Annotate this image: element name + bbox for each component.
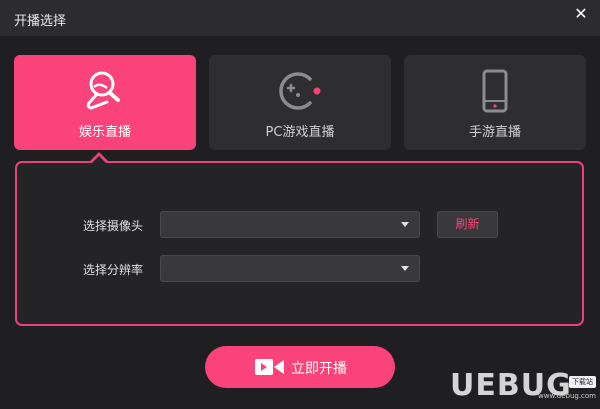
- refresh-button[interactable]: 刷新: [437, 211, 498, 238]
- phone-icon: [471, 67, 519, 119]
- mode-pc-game-label: PC游戏直播: [265, 125, 335, 140]
- camera-select[interactable]: [160, 211, 420, 238]
- resolution-label: 选择分辨率: [83, 263, 144, 277]
- site-watermark: UEBUG 下载站 www.uebug.com: [450, 368, 598, 406]
- chevron-down-icon: [401, 222, 409, 227]
- microphone-icon: [81, 67, 129, 119]
- watermark-domain: www.uebug.com: [538, 392, 596, 400]
- close-icon[interactable]: ✕: [570, 3, 592, 25]
- panel-pointer-inner: [92, 156, 106, 163]
- video-camera-icon: [255, 358, 285, 380]
- chevron-down-icon: [401, 266, 409, 271]
- mode-entertainment-label: 娱乐直播: [78, 125, 131, 140]
- start-broadcast-button[interactable]: 立即开播: [205, 346, 395, 388]
- window-title: 开播选择: [14, 14, 67, 29]
- mode-mobile-game-label: 手游直播: [468, 125, 521, 140]
- mode-pc-game-card[interactable]: PC游戏直播: [209, 55, 391, 150]
- watermark-badge: 下载站: [569, 376, 596, 388]
- mode-mobile-game-card[interactable]: 手游直播: [404, 55, 586, 150]
- settings-panel: [15, 161, 584, 326]
- resolution-select[interactable]: [160, 255, 420, 282]
- title-bar: 开播选择 ✕: [0, 0, 600, 36]
- pacman-icon: [274, 67, 326, 119]
- start-broadcast-label: 立即开播: [291, 361, 347, 377]
- mode-entertainment-card[interactable]: 娱乐直播: [14, 55, 196, 150]
- camera-label: 选择摄像头: [83, 219, 144, 233]
